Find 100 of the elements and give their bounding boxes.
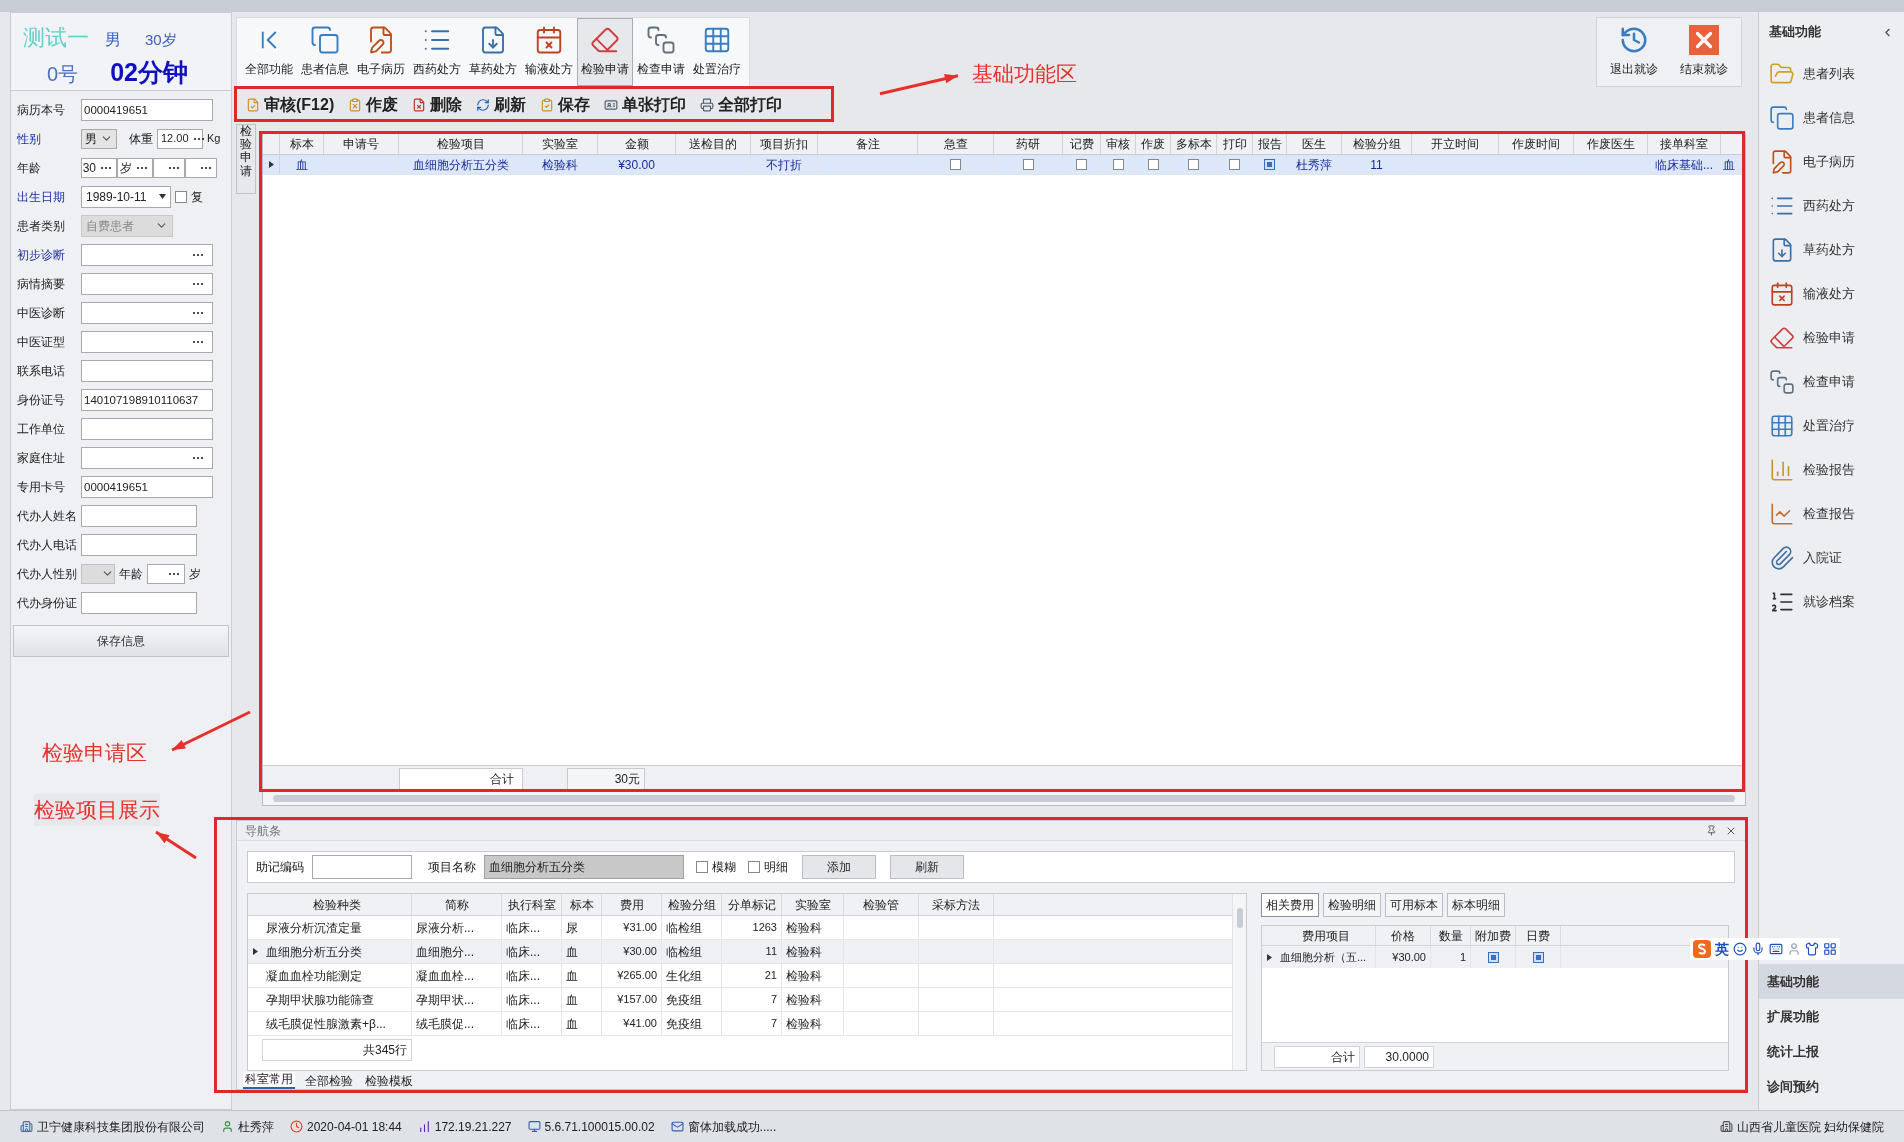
sidebar-item[interactable]: 检查报告	[1759, 492, 1904, 536]
ellipsis-icon[interactable]	[136, 165, 148, 170]
column-header[interactable]: 数量	[1431, 926, 1471, 945]
action-button[interactable]: 刷新	[476, 93, 527, 117]
toolbar-button[interactable]: 患者信息	[297, 18, 353, 86]
table-row[interactable]: 凝血血栓功能测定 凝血血栓... 临床... 血 ¥265.00 生化组 21 检验科	[248, 964, 1232, 988]
checkbox[interactable]	[1076, 159, 1087, 170]
action-button[interactable]: 审核(F12)	[246, 93, 335, 117]
column-header[interactable]: 附加费	[1471, 926, 1516, 945]
column-header[interactable]: 标本	[280, 133, 324, 154]
column-header[interactable]: 检验管	[844, 894, 919, 915]
column-header[interactable]: 作废医生	[1574, 133, 1648, 154]
detail-tab[interactable]: 相关费用	[1261, 893, 1319, 917]
age-field[interactable]: 30	[81, 157, 117, 178]
visit-action-button[interactable]: 退出就诊	[1605, 18, 1663, 86]
checkbox[interactable]	[175, 190, 187, 203]
column-header[interactable]: 记费	[1063, 133, 1101, 154]
column-header[interactable]: 价格	[1376, 926, 1431, 945]
column-header[interactable]: 实验室	[523, 133, 598, 154]
column-header[interactable]: 费用项目	[1276, 926, 1376, 945]
report-icon[interactable]	[1264, 159, 1275, 170]
column-header[interactable]: 采标方法	[919, 894, 994, 915]
sex-select[interactable]: 男	[81, 128, 117, 149]
column-header[interactable]: 标本	[562, 894, 602, 915]
age-month-field[interactable]	[153, 157, 185, 178]
ellipsis-icon[interactable]	[100, 165, 112, 170]
ellipsis-icon[interactable]	[192, 281, 204, 286]
column-header[interactable]: 作废时间	[1499, 133, 1574, 154]
column-header[interactable]: 项目折扣	[751, 133, 818, 154]
pin-icon[interactable]	[1706, 825, 1717, 836]
column-header[interactable]: 打印	[1217, 133, 1253, 154]
text-field[interactable]: 0000419651	[81, 98, 213, 121]
ellipsis-icon[interactable]	[192, 339, 204, 344]
sidebar-group[interactable]: 基础功能	[1759, 964, 1904, 999]
checkbox[interactable]	[696, 861, 708, 873]
detail-tab[interactable]: 检验明细	[1323, 893, 1381, 917]
column-header[interactable]: 药研	[994, 133, 1063, 154]
age-unit-field[interactable]: 岁	[117, 157, 153, 178]
bottom-tab[interactable]: 全部检验	[303, 1074, 355, 1089]
sidebar-group[interactable]: 统计上报	[1759, 1034, 1904, 1069]
panel-button[interactable]: 添加	[802, 855, 876, 879]
column-header[interactable]: 检验分组	[662, 894, 722, 915]
action-button[interactable]: 作废	[348, 93, 399, 117]
toolbar-button[interactable]: 西药处方	[409, 18, 465, 86]
side-tab[interactable]: 检验申请	[236, 124, 256, 194]
ellipsis-icon[interactable]	[168, 571, 180, 576]
lookup-field[interactable]	[81, 446, 213, 469]
detail-tab[interactable]: 可用标本	[1385, 893, 1443, 917]
bottom-tab[interactable]: 检验模板	[363, 1074, 415, 1089]
sidebar-item[interactable]: 输液处方	[1759, 272, 1904, 316]
sidebar-group[interactable]: 扩展功能	[1759, 999, 1904, 1034]
ellipsis-icon[interactable]	[192, 252, 204, 257]
sidebar-group[interactable]: 诊间预约	[1759, 1069, 1904, 1104]
save-info-button[interactable]: 保存信息	[13, 625, 229, 657]
code-field[interactable]	[312, 855, 412, 879]
checkbox[interactable]	[1022, 159, 1034, 170]
column-header[interactable]: 分单标记	[722, 894, 782, 915]
lookup-field[interactable]	[81, 301, 213, 324]
detail-tab[interactable]: 标本明细	[1447, 893, 1505, 917]
grid-icon[interactable]	[1823, 942, 1837, 956]
table-row[interactable]: 绒毛膜促性腺激素+β... 绒毛膜促... 临床... 血 ¥41.00 免疫组 7 检验科	[248, 1012, 1232, 1036]
text-field[interactable]	[81, 591, 197, 614]
lookup-field[interactable]	[81, 243, 213, 266]
sidebar-item[interactable]: 检查申请	[1759, 360, 1904, 404]
smile-icon[interactable]	[1733, 942, 1747, 956]
action-button[interactable]: 单张打印	[604, 93, 687, 117]
sidebar-item[interactable]: 就诊档案	[1759, 580, 1904, 624]
column-header[interactable]: 医生	[1287, 133, 1342, 154]
microphone-icon[interactable]	[1751, 942, 1765, 956]
report-icon[interactable]	[1487, 951, 1499, 963]
column-header[interactable]: 申请号	[324, 133, 399, 154]
ellipsis-icon[interactable]	[192, 136, 205, 141]
age-field[interactable]	[147, 563, 185, 584]
sidebar-item[interactable]: 入院证	[1759, 536, 1904, 580]
sidebar-item[interactable]: 检验申请	[1759, 316, 1904, 360]
column-header[interactable]: 实验室	[782, 894, 844, 915]
column-header[interactable]: 送检目的	[676, 133, 751, 154]
checkbox[interactable]	[1188, 159, 1199, 170]
toolbar-button[interactable]: 全部功能	[241, 18, 297, 86]
table-row[interactable]: 血 血细胞分析五分类 检验科 ¥30.00 不打折 杜秀萍 11 临床基础... 血	[263, 155, 1745, 175]
checkbox[interactable]	[950, 159, 961, 170]
text-field[interactable]	[81, 359, 213, 382]
ellipsis-icon[interactable]	[200, 165, 212, 170]
name-field[interactable]: 血细胞分析五分类	[484, 855, 684, 879]
action-button[interactable]: 保存	[540, 93, 591, 117]
sidebar-item[interactable]: 西药处方	[1759, 184, 1904, 228]
age-day-field[interactable]	[185, 157, 217, 178]
weight-field[interactable]: 12.00	[157, 128, 203, 149]
text-field[interactable]	[81, 533, 197, 556]
sidebar-item[interactable]: 电子病历	[1759, 140, 1904, 184]
vertical-scrollbar[interactable]	[1232, 894, 1246, 1070]
sidebar-item[interactable]: 草药处方	[1759, 228, 1904, 272]
checkbox[interactable]	[748, 861, 760, 873]
table-row[interactable]: 孕期甲状腺功能筛查 孕期甲状... 临床... 血 ¥157.00 免疫组 7 检验科	[248, 988, 1232, 1012]
shirt-icon[interactable]	[1805, 942, 1819, 956]
checkbox[interactable]	[1147, 159, 1159, 170]
toolbar-button[interactable]: 草药处方	[465, 18, 521, 86]
lookup-field[interactable]	[81, 272, 213, 295]
visit-action-button[interactable]: 结束就诊	[1675, 18, 1733, 86]
table-row[interactable]: 血细胞分析五分类 血细胞分... 临床... 血 ¥30.00 临检组 11 检验科	[248, 940, 1232, 964]
